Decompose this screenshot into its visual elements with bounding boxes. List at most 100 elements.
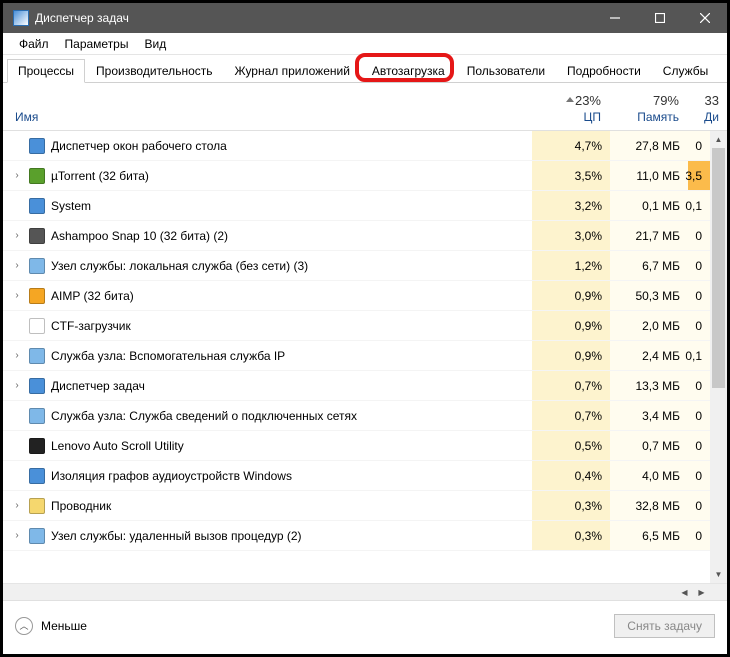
- menu-options[interactable]: Параметры: [57, 35, 137, 53]
- process-name: Диспетчер задач: [51, 379, 532, 393]
- cpu-cell: 0,9%: [532, 311, 610, 340]
- cpu-cell: 3,0%: [532, 221, 610, 250]
- process-icon: [29, 198, 45, 214]
- process-row[interactable]: ›Проводник0,3%32,8 МБ0: [3, 491, 710, 521]
- memory-cell: 6,7 МБ: [610, 251, 688, 280]
- process-icon: [29, 498, 45, 514]
- scroll-thumb[interactable]: [712, 148, 725, 388]
- tab-0[interactable]: Процессы: [7, 59, 85, 83]
- tab-6[interactable]: Службы: [652, 59, 719, 82]
- scroll-left-icon[interactable]: ◀: [676, 584, 693, 601]
- memory-cell: 2,0 МБ: [610, 311, 688, 340]
- column-name[interactable]: Имя: [3, 110, 531, 130]
- process-name: Lenovo Auto Scroll Utility: [51, 439, 532, 453]
- process-row[interactable]: CTF-загрузчик0,9%2,0 МБ0: [3, 311, 710, 341]
- titlebar[interactable]: Диспетчер задач: [3, 3, 727, 33]
- memory-cell: 4,0 МБ: [610, 461, 688, 490]
- expand-icon[interactable]: ›: [11, 350, 23, 361]
- footer: ︿ Меньше Снять задачу: [3, 600, 727, 650]
- minimize-button[interactable]: [592, 3, 637, 33]
- disk-cell: 0: [688, 131, 710, 160]
- expand-icon[interactable]: ›: [11, 530, 23, 541]
- tab-3[interactable]: Автозагрузка: [361, 59, 456, 82]
- scroll-down-icon[interactable]: ▼: [710, 566, 727, 583]
- column-disk[interactable]: 33 Ди: [687, 93, 727, 130]
- disk-cell: 0: [688, 461, 710, 490]
- process-row[interactable]: › Узел службы: локальная служба (без сети…: [3, 251, 710, 281]
- process-icon: [29, 438, 45, 454]
- tab-2[interactable]: Журнал приложений: [224, 59, 361, 82]
- tabbar: ПроцессыПроизводительностьЖурнал приложе…: [3, 55, 727, 83]
- process-row[interactable]: › Узел службы: удаленный вызов процедур (…: [3, 521, 710, 551]
- cpu-cell: 3,2%: [532, 191, 610, 220]
- process-icon: [29, 288, 45, 304]
- process-name: Изоляция графов аудиоустройств Windows: [51, 469, 532, 483]
- expand-icon[interactable]: ›: [11, 170, 23, 181]
- process-icon: [29, 168, 45, 184]
- cpu-cell: 0,3%: [532, 491, 610, 520]
- disk-cell: 3,5: [688, 161, 710, 190]
- column-headers: Имя 23% ЦП 79% Память 33 Ди: [3, 83, 727, 131]
- process-row[interactable]: System3,2%0,1 МБ0,1: [3, 191, 710, 221]
- chevron-up-icon: ︿: [15, 617, 33, 635]
- expand-icon[interactable]: ›: [11, 290, 23, 301]
- process-row[interactable]: ›Диспетчер задач0,7%13,3 МБ0: [3, 371, 710, 401]
- process-row[interactable]: Изоляция графов аудиоустройств Windows0,…: [3, 461, 710, 491]
- vertical-scrollbar[interactable]: ▲ ▼: [710, 131, 727, 583]
- process-icon: [29, 138, 45, 154]
- disk-cell: 0: [688, 401, 710, 430]
- fewer-details-button[interactable]: ︿ Меньше: [15, 617, 87, 635]
- process-row[interactable]: ›Ashampoo Snap 10 (32 бита) (2)3,0%21,7 …: [3, 221, 710, 251]
- task-manager-window: Диспетчер задач Файл Параметры Вид Проце…: [3, 3, 727, 654]
- menu-view[interactable]: Вид: [136, 35, 174, 53]
- memory-cell: 21,7 МБ: [610, 221, 688, 250]
- disk-cell: 0: [688, 431, 710, 460]
- tab-5[interactable]: Подробности: [556, 59, 652, 82]
- expand-icon[interactable]: ›: [11, 230, 23, 241]
- expand-icon[interactable]: ›: [11, 260, 23, 271]
- cpu-cell: 1,2%: [532, 251, 610, 280]
- disk-cell: 0: [688, 491, 710, 520]
- memory-cell: 0,7 МБ: [610, 431, 688, 460]
- tab-1[interactable]: Производительность: [85, 59, 223, 82]
- menu-file[interactable]: Файл: [11, 35, 57, 53]
- scroll-right-icon[interactable]: ▶: [693, 584, 710, 601]
- app-icon: [13, 10, 29, 26]
- memory-cell: 2,4 МБ: [610, 341, 688, 370]
- memory-cell: 6,5 МБ: [610, 521, 688, 550]
- process-icon: [29, 468, 45, 484]
- process-icon: [29, 378, 45, 394]
- expand-icon[interactable]: ›: [11, 500, 23, 511]
- disk-cell: 0: [688, 251, 710, 280]
- process-icon: [29, 318, 45, 334]
- process-row[interactable]: ›AIMP (32 бита)0,9%50,3 МБ0: [3, 281, 710, 311]
- process-icon: [29, 408, 45, 424]
- process-name: Узел службы: удаленный вызов процедур (2…: [51, 529, 532, 543]
- tab-4[interactable]: Пользователи: [456, 59, 556, 82]
- process-name: Узел службы: локальная служба (без сети)…: [51, 259, 532, 273]
- column-cpu[interactable]: 23% ЦП: [531, 93, 609, 130]
- process-row[interactable]: Диспетчер окон рабочего стола4,7%27,8 МБ…: [3, 131, 710, 161]
- process-row[interactable]: ›µTorrent (32 бита)3,5%11,0 МБ3,5: [3, 161, 710, 191]
- disk-cell: 0,1: [688, 341, 710, 370]
- process-name: System: [51, 199, 532, 213]
- horizontal-scrollbar[interactable]: ◀ ▶: [3, 583, 727, 600]
- menubar: Файл Параметры Вид: [3, 33, 727, 55]
- scroll-up-icon[interactable]: ▲: [710, 131, 727, 148]
- process-name: Диспетчер окон рабочего стола: [51, 139, 532, 153]
- maximize-button[interactable]: [637, 3, 682, 33]
- column-memory[interactable]: 79% Память: [609, 93, 687, 130]
- process-row[interactable]: Служба узла: Служба сведений о подключен…: [3, 401, 710, 431]
- process-row[interactable]: Lenovo Auto Scroll Utility0,5%0,7 МБ0: [3, 431, 710, 461]
- end-task-button[interactable]: Снять задачу: [614, 614, 715, 638]
- process-icon: [29, 228, 45, 244]
- cpu-cell: 0,9%: [532, 281, 610, 310]
- process-row[interactable]: ›Служба узла: Вспомогательная служба IP0…: [3, 341, 710, 371]
- process-icon: [29, 528, 45, 544]
- process-name: Служба узла: Служба сведений о подключен…: [51, 409, 532, 423]
- expand-icon[interactable]: ›: [11, 380, 23, 391]
- process-list: Диспетчер окон рабочего стола4,7%27,8 МБ…: [3, 131, 710, 583]
- close-button[interactable]: [682, 3, 727, 33]
- memory-cell: 11,0 МБ: [610, 161, 688, 190]
- window-title: Диспетчер задач: [35, 11, 592, 25]
